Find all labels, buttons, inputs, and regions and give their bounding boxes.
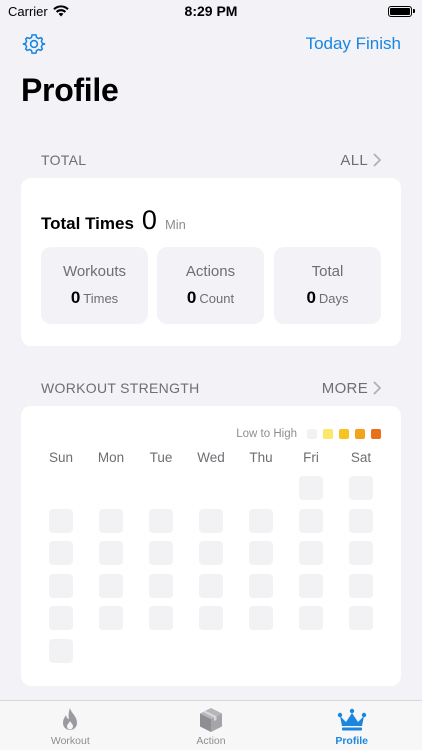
- calendar-day-cell: [349, 541, 373, 565]
- weekday-label: Fri: [303, 450, 319, 465]
- tab-label: Profile: [335, 735, 369, 747]
- tab-bar: Workout Action Profile: [0, 700, 422, 750]
- strength-section-title: WORKOUT STRENGTH: [41, 380, 200, 396]
- total-times-row: Total Times 0 Min: [41, 205, 186, 236]
- battery-icon: [388, 5, 415, 17]
- chevron-right-icon: [373, 381, 381, 395]
- calendar-day-cell: [249, 541, 273, 565]
- stat-box-total-days: Total 0 Days: [274, 247, 381, 324]
- calendar-day-cell: [99, 606, 123, 630]
- stat-unit: Times: [83, 291, 119, 306]
- calendar-day-cell: [199, 574, 223, 598]
- weekday-label: Thu: [249, 450, 273, 465]
- settings-button[interactable]: [21, 31, 47, 57]
- legend-swatch-5: [371, 429, 381, 439]
- more-link[interactable]: MORE: [322, 380, 381, 397]
- tab-action[interactable]: Action: [141, 701, 282, 750]
- legend-swatch-3: [339, 429, 349, 439]
- stat-unit: Days: [318, 291, 349, 306]
- calendar-day-cell: [349, 606, 373, 630]
- box-icon: [200, 708, 222, 732]
- legend-swatch-2: [323, 429, 333, 439]
- page-title: Profile: [21, 72, 119, 108]
- total-times-value: 0: [141, 205, 157, 235]
- calendar-day-cell: [199, 606, 223, 630]
- weekday-label: Sun: [48, 450, 74, 465]
- total-times-label: Total Times: [41, 214, 134, 233]
- more-link-label: MORE: [321, 379, 368, 397]
- calendar-day-cell: [299, 574, 323, 598]
- calendar-day-cell: [99, 509, 123, 533]
- status-bar: Carrier 8:29 PM: [0, 0, 422, 22]
- stat-box-actions: Actions 0 Count: [157, 247, 264, 324]
- crown-icon: [337, 708, 366, 731]
- stat-title: Total: [311, 263, 344, 280]
- legend-swatch-1: [307, 429, 317, 439]
- calendar-day-cell: [299, 606, 323, 630]
- today-finish-button[interactable]: Today Finish: [306, 34, 401, 54]
- weekday-label: Sat: [350, 450, 372, 465]
- weekday-label: Wed: [197, 450, 225, 465]
- calendar-day-cell: [99, 574, 123, 598]
- strength-card: Low to High Sun Mon Tue Wed Thu Fri Sat: [21, 406, 401, 686]
- gear-icon: [22, 34, 46, 54]
- total-section-header: TOTAL ALL: [41, 150, 381, 170]
- flame-icon: [63, 708, 78, 730]
- calendar-day-cell: [249, 606, 273, 630]
- total-section-title: TOTAL: [41, 152, 87, 168]
- calendar-day-cell: [299, 476, 323, 500]
- calendar-day-cell: [349, 476, 373, 500]
- calendar-day-cell: [149, 541, 173, 565]
- tab-label: Workout: [50, 735, 90, 747]
- all-link[interactable]: ALL: [340, 152, 381, 169]
- calendar-day-cell: [149, 509, 173, 533]
- stat-title: Workouts: [62, 263, 127, 280]
- calendar-day-cell: [49, 509, 73, 533]
- calendar-day-cell: [149, 606, 173, 630]
- tab-workout[interactable]: Workout: [0, 701, 141, 750]
- stat-unit: Count: [199, 291, 235, 306]
- calendar-day-cell: [249, 574, 273, 598]
- calendar-day-cell: [149, 574, 173, 598]
- wifi-icon: [53, 5, 69, 17]
- total-times-unit: Min: [164, 217, 186, 232]
- legend-label: Low to High: [236, 428, 297, 440]
- legend-swatch-4: [355, 429, 365, 439]
- total-card: Total Times 0 Min Workouts 0 Times Actio…: [21, 178, 401, 346]
- navigation-bar: Today Finish: [0, 28, 422, 60]
- calendar-day-cell: [299, 541, 323, 565]
- calendar-day-cell: [199, 541, 223, 565]
- calendar-day-cell: [49, 639, 73, 663]
- chevron-right-icon: [373, 153, 381, 167]
- all-link-label: ALL: [340, 151, 368, 169]
- stat-value: 0: [306, 288, 316, 307]
- calendar-day-cell: [49, 541, 73, 565]
- calendar-day-cell: [349, 574, 373, 598]
- weekday-label: Tue: [149, 450, 173, 465]
- status-left: Carrier: [8, 4, 69, 19]
- strength-section-header: WORKOUT STRENGTH MORE: [41, 378, 381, 398]
- stat-value: 0: [70, 288, 81, 307]
- calendar-day-cell: [249, 509, 273, 533]
- calendar-day-cell: [49, 606, 73, 630]
- stat-title: Actions: [185, 263, 236, 280]
- calendar-day-cell: [349, 509, 373, 533]
- calendar-day-cell: [299, 509, 323, 533]
- calendar-day-cell: [99, 541, 123, 565]
- calendar-day-cell: [49, 574, 73, 598]
- tab-label: Action: [196, 735, 226, 747]
- carrier-label: Carrier: [8, 3, 48, 19]
- tab-profile[interactable]: Profile: [281, 701, 422, 750]
- stat-box-workouts: Workouts 0 Times: [41, 247, 148, 324]
- stat-value: 0: [186, 288, 197, 307]
- weekday-label: Mon: [97, 450, 125, 465]
- intensity-legend: Low to High: [236, 428, 381, 440]
- calendar-day-cell: [199, 509, 223, 533]
